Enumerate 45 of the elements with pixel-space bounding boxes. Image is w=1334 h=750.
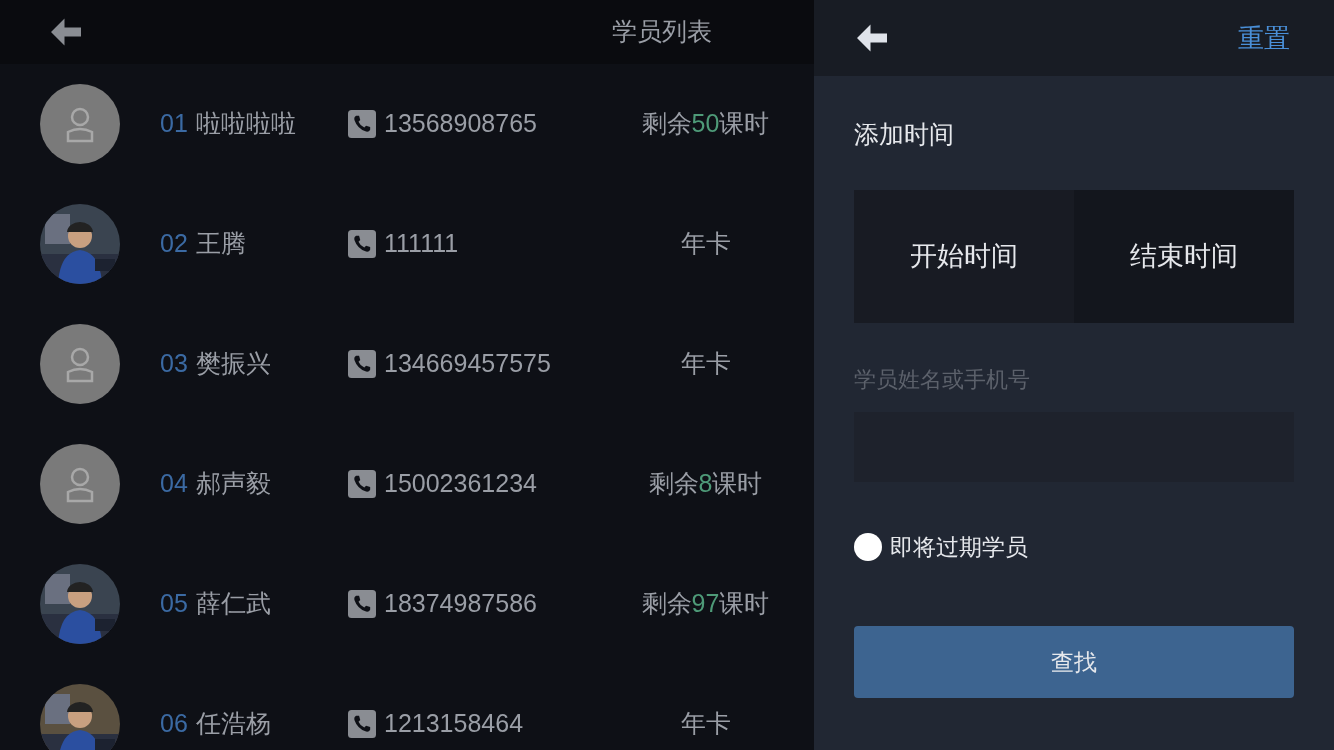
student-number: 04 [160,468,188,500]
student-row[interactable]: 05 薛仁武 18374987586 剩余97课时 [0,544,814,664]
plan-label: 年卡 [680,708,731,740]
phone-number: 13568908765 [384,108,537,140]
search-label: 学员姓名或手机号 [854,365,1031,394]
start-time-button[interactable]: 开始时间 [854,189,1074,323]
phone-icon [348,110,376,138]
remaining-hours: 剩余8课时 [648,468,763,500]
remaining-hours: 剩余50课时 [641,108,770,140]
student-row[interactable]: 03 樊振兴 134669457575 年卡 [0,304,814,424]
remaining-hours: 剩余97课时 [641,588,770,620]
phone-number: 134669457575 [384,348,551,380]
phone-number: 15002361234 [384,468,537,500]
phone-number: 111111 [384,228,459,260]
student-name: 任浩杨 [195,708,271,740]
student-name: 薛仁武 [195,588,271,620]
reset-button[interactable]: 重置 [1238,18,1290,58]
student-row[interactable]: 06 任浩杨 1213158464 年卡 [0,664,814,750]
student-name: 郝声毅 [195,468,271,500]
student-number: 05 [160,588,188,620]
phone-icon [348,350,376,378]
radio-button[interactable] [854,532,882,561]
radio-label: 即将过期学员 [890,532,1028,562]
phone-number: 1213158464 [384,708,524,740]
phone-icon [348,230,376,258]
student-number: 03 [160,348,188,380]
student-number: 02 [160,228,188,260]
phone-number: 18374987586 [384,588,537,620]
page-title: 学员列表 [612,16,712,48]
plan-label: 年卡 [680,348,731,380]
end-time-button[interactable]: 结束时间 [1074,189,1294,323]
student-row[interactable]: 02 王腾 111111 年卡 [0,184,814,304]
phone-icon [348,470,376,498]
student-number: 01 [160,108,188,140]
phone-icon [348,590,376,618]
student-number: 06 [160,708,188,740]
section-title: 添加时间 [854,119,955,150]
student-name: 王腾 [195,228,246,260]
plan-label: 年卡 [680,228,731,260]
student-row[interactable]: 04 郝声毅 15002361234 剩余8课时 [0,424,814,544]
search-button[interactable]: 查找 [854,626,1294,698]
phone-icon [348,710,376,738]
student-row[interactable]: 01 啦啦啦啦 13568908765 剩余50课时 [0,64,814,184]
student-name: 樊振兴 [195,348,271,380]
student-name: 啦啦啦啦 [195,108,296,140]
